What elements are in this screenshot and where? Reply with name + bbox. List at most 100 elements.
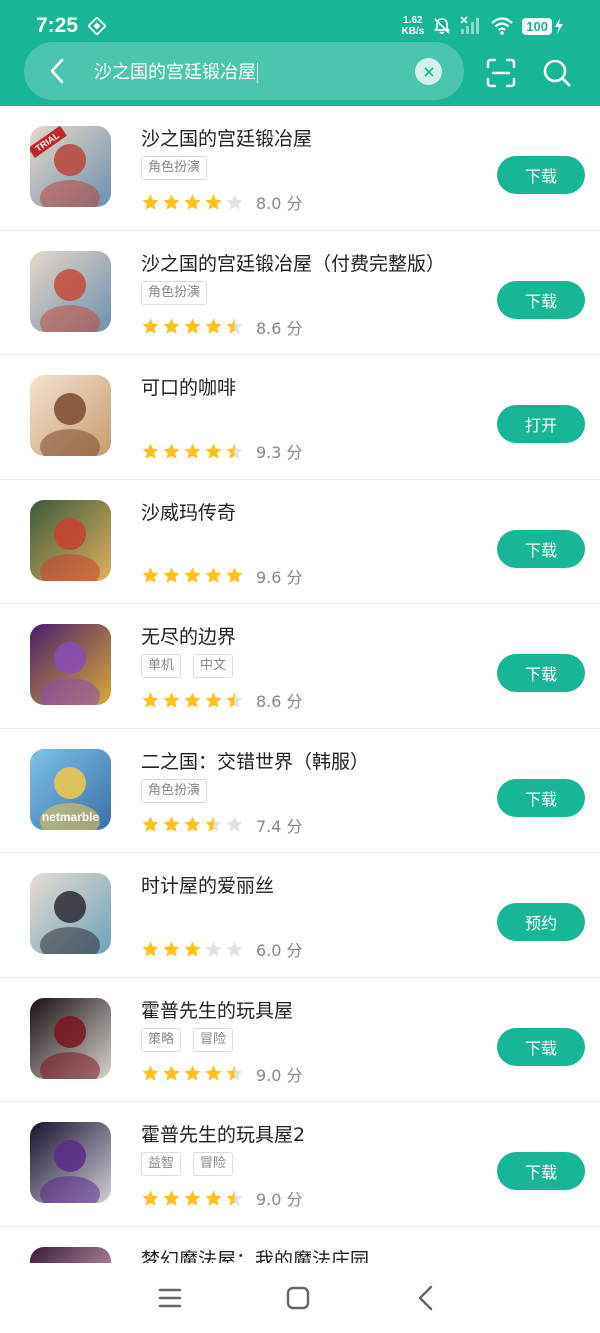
app-rating: 8.6 分 [141,688,303,712]
star-full-icon [142,193,159,210]
star-full-icon [184,940,201,957]
app-rating: 9.0 分 [141,1186,303,1210]
app-action-button[interactable]: 下载 [497,654,585,692]
back-button[interactable] [38,51,78,91]
search-icon[interactable] [542,58,572,88]
app-action-button[interactable]: 打开 [497,405,585,443]
header: 7:25 1.62 KB/s 100 沙之国的宫廷锻冶屋 [0,0,600,106]
status-time: 7:25 [36,14,79,37]
star-full-icon [205,567,222,583]
app-action-button[interactable]: 预约 [497,903,585,941]
star-full-icon [163,816,180,832]
app-list-item[interactable]: netmarble 二之国：交错世界（韩服） 角色扮演 7.4 分 下载 [0,729,600,853]
app-action-button[interactable]: 下载 [497,529,585,568]
star-full-icon [163,567,180,583]
app-score: 8.6 分 [256,692,303,711]
app-list-item[interactable]: 霍普先生的玩具屋2 益智 冒险 9.0 分 下载 [0,1102,600,1227]
app-list-item[interactable]: 沙威玛传奇 9.6 分 下载 [0,480,600,604]
menu-icon[interactable] [155,1283,185,1313]
net-speed: 1.62 KB/s [401,15,425,37]
app-list-item[interactable]: 霍普先生的玩具屋 策略 冒险 9.0 分 下载 [0,978,600,1102]
status-icons: 1.62 KB/s 100 [402,12,565,40]
app-name: 沙威玛传奇 [141,501,237,524]
app-action-button[interactable]: 下载 [497,280,585,319]
app-name: 霍普先生的玩具屋 [141,999,294,1022]
star-full-icon [142,940,159,957]
app-tags: 角色扮演 [141,280,208,305]
star-full-icon [142,567,159,583]
star-full-icon [163,691,180,708]
app-name: 霍普先生的玩具屋2 [141,1124,306,1146]
app-name: 沙之国的宫廷锻冶屋（付费完整版） [141,252,446,275]
rating-stars [141,193,244,212]
app-icon[interactable] [30,499,111,581]
app-artwork-icon [30,1122,111,1203]
app-artwork-icon [30,624,111,705]
back-icon[interactable] [411,1283,441,1313]
app-name: 无尽的边界 [141,626,237,648]
app-list-item[interactable]: TRIAL 沙之国的宫廷锻冶屋 角色扮演 8.0 分 下载 [0,106,600,231]
app-tags: 单机 中文 [141,654,234,678]
star-full-icon [205,318,222,334]
star-half-icon [205,816,222,832]
home-icon[interactable] [283,1283,313,1313]
app-artwork-icon [30,375,111,456]
app-icon[interactable] [30,997,111,1079]
app-list-item[interactable]: 可口的咖啡 9.3 分 打开 [0,355,600,480]
star-full-icon [184,193,201,210]
star-full-icon [142,442,159,459]
app-icon[interactable]: TRIAL [30,126,111,207]
app-icon[interactable] [30,624,111,705]
star-full-icon [184,567,201,583]
app-score: 7.4 分 [256,816,303,836]
app-icon[interactable] [30,1122,111,1203]
app-icon[interactable] [30,250,111,332]
star-half-icon [226,318,243,334]
app-tags: 益智 冒险 [141,1152,234,1176]
app-icon[interactable] [30,873,111,954]
app-tag: 策略 [141,1027,182,1052]
app-name: 二之国：交错世界（韩服） [141,750,370,773]
search-input[interactable]: 沙之国的宫廷锻冶屋 [94,58,258,84]
app-score: 8.6 分 [256,318,303,338]
app-action-button[interactable]: 下载 [497,778,585,817]
star-full-icon [142,1065,159,1081]
rating-stars [141,940,244,959]
scan-icon[interactable] [486,58,516,88]
search-query: 沙之国的宫廷锻冶屋 [94,62,256,83]
search-results-list[interactable]: TRIAL 沙之国的宫廷锻冶屋 角色扮演 8.0 分下载 沙之国的宫廷锻冶屋（付费完整版… [0,106,600,1263]
app-tags: 角色扮演 [141,156,208,180]
app-icon[interactable]: netmarble [30,748,111,830]
app-rating: 8.6 分 [141,315,303,339]
app-tag: 角色扮演 [141,778,208,803]
app-action-button[interactable]: 下载 [497,1027,585,1066]
rating-stars [141,1064,244,1083]
app-score: 9.6 分 [256,567,303,587]
app-artwork-icon [30,873,111,954]
app-action-button[interactable]: 下载 [497,156,585,194]
app-score: 9.3 分 [256,443,303,462]
clear-search-button[interactable] [415,58,442,85]
rating-stars [141,1189,244,1208]
app-icon[interactable] [30,375,111,456]
app-list-item[interactable]: 梦幻魔法屋：我的魔法庄园 [0,1227,600,1263]
star-full-icon [205,442,222,459]
app-list-item[interactable]: 沙之国的宫廷锻冶屋（付费完整版） 角色扮演 8.6 分 下载 [0,231,600,355]
app-icon[interactable] [30,1246,111,1263]
star-empty-icon [226,193,243,210]
rating-stars [141,442,244,461]
app-list-item[interactable]: 无尽的边界单机 中文 8.6 分 下载 [0,604,600,729]
app-name: 时计屋的爱丽丝 [141,875,275,897]
app-rating: 9.6 分 [141,564,303,588]
star-full-icon [163,318,180,334]
app-action-button[interactable]: 下载 [497,1152,585,1190]
star-full-icon [142,1189,159,1206]
battery-level: 100 [522,17,552,35]
search-bar[interactable]: 沙之国的宫廷锻冶屋 [24,42,464,100]
star-full-icon [184,691,201,708]
app-artwork-icon [30,250,111,332]
rating-stars [141,815,244,834]
app-list-item[interactable]: 时计屋的爱丽丝 6.0 分 预约 [0,853,600,978]
app-score: 9.0 分 [256,1190,303,1209]
signal-off-icon [460,16,480,34]
